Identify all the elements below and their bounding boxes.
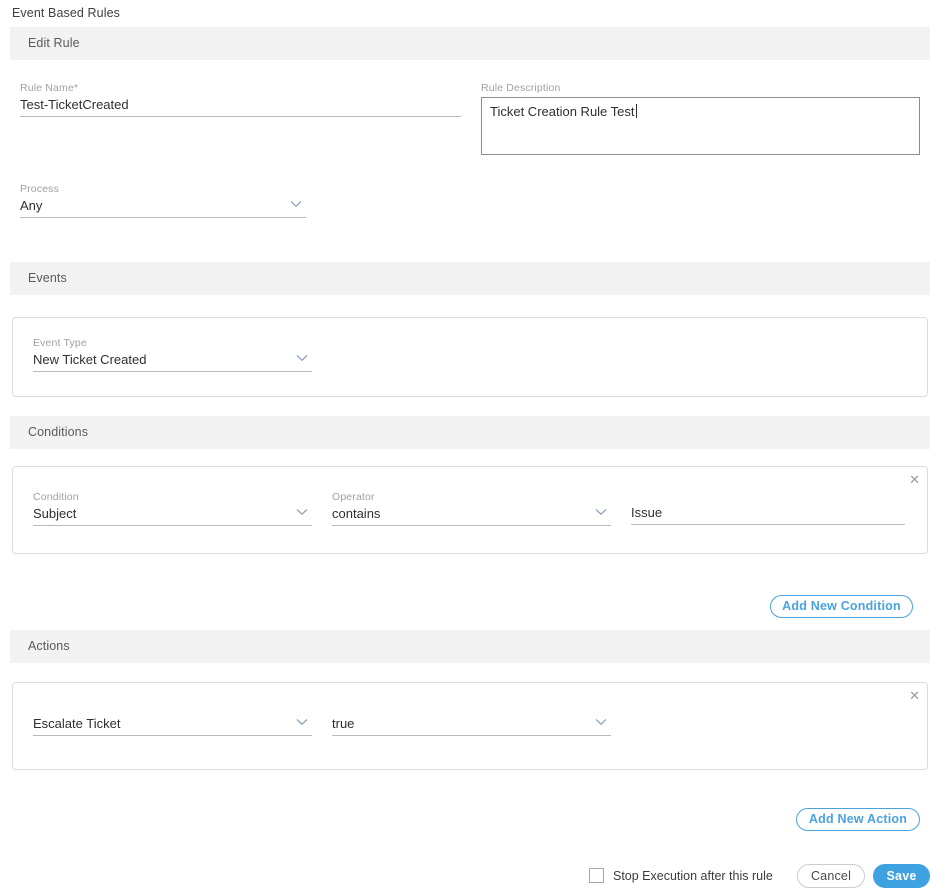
condition-value-field bbox=[631, 505, 905, 525]
rule-description-label: Rule Description bbox=[481, 82, 561, 94]
stop-execution-checkbox[interactable] bbox=[589, 868, 604, 883]
operator-select[interactable] bbox=[332, 506, 611, 526]
rule-description-text: Ticket Creation Rule Test bbox=[490, 104, 635, 119]
process-select-value[interactable] bbox=[20, 198, 306, 218]
process-label: Process bbox=[20, 183, 59, 195]
stop-execution-label: Stop Execution after this rule bbox=[613, 869, 773, 883]
section-header-events: Events bbox=[10, 262, 930, 295]
add-new-action-button[interactable]: Add New Action bbox=[796, 808, 920, 831]
section-header-conditions: Conditions bbox=[10, 416, 930, 449]
event-type-select[interactable] bbox=[33, 352, 312, 372]
save-button[interactable]: Save bbox=[873, 864, 930, 888]
remove-condition-icon[interactable]: ✕ bbox=[909, 473, 920, 486]
rule-name-label: Rule Name* bbox=[20, 82, 79, 94]
operator-select-value[interactable] bbox=[332, 506, 611, 526]
section-header-edit-rule: Edit Rule bbox=[10, 27, 930, 60]
condition-row: ✕ Condition Operator bbox=[12, 466, 928, 554]
action-field bbox=[33, 716, 312, 736]
rule-name-input[interactable] bbox=[20, 97, 461, 117]
action-param-select-value[interactable] bbox=[332, 716, 611, 736]
add-new-condition-button[interactable]: Add New Condition bbox=[770, 595, 913, 618]
section-header-actions: Actions bbox=[10, 630, 930, 663]
condition-field: Condition bbox=[33, 491, 312, 526]
operator-field: Operator bbox=[332, 491, 611, 526]
operator-label: Operator bbox=[332, 491, 375, 503]
action-row: ✕ bbox=[12, 682, 928, 770]
rule-description-textarea[interactable]: Ticket Creation Rule Test bbox=[481, 97, 920, 155]
action-select-value[interactable] bbox=[33, 716, 312, 736]
condition-value-input[interactable] bbox=[631, 505, 905, 525]
remove-action-icon[interactable]: ✕ bbox=[909, 689, 920, 702]
cancel-button[interactable]: Cancel bbox=[797, 864, 865, 888]
process-select[interactable] bbox=[20, 198, 306, 218]
process-field: Process bbox=[20, 183, 306, 218]
condition-label: Condition bbox=[33, 491, 79, 503]
action-select[interactable] bbox=[33, 716, 312, 736]
rule-description-field: Rule Description Ticket Creation Rule Te… bbox=[481, 82, 920, 155]
rule-name-field: Rule Name* bbox=[20, 82, 461, 117]
action-param-select[interactable] bbox=[332, 716, 611, 736]
action-param-field bbox=[332, 716, 611, 736]
event-type-label: Event Type bbox=[33, 337, 87, 349]
page-title: Event Based Rules bbox=[12, 6, 121, 20]
condition-select[interactable] bbox=[33, 506, 312, 526]
text-caret bbox=[635, 104, 637, 118]
event-type-select-value[interactable] bbox=[33, 352, 312, 372]
event-type-field: Event Type bbox=[33, 337, 312, 372]
events-card: Event Type bbox=[12, 317, 928, 397]
condition-select-value[interactable] bbox=[33, 506, 312, 526]
